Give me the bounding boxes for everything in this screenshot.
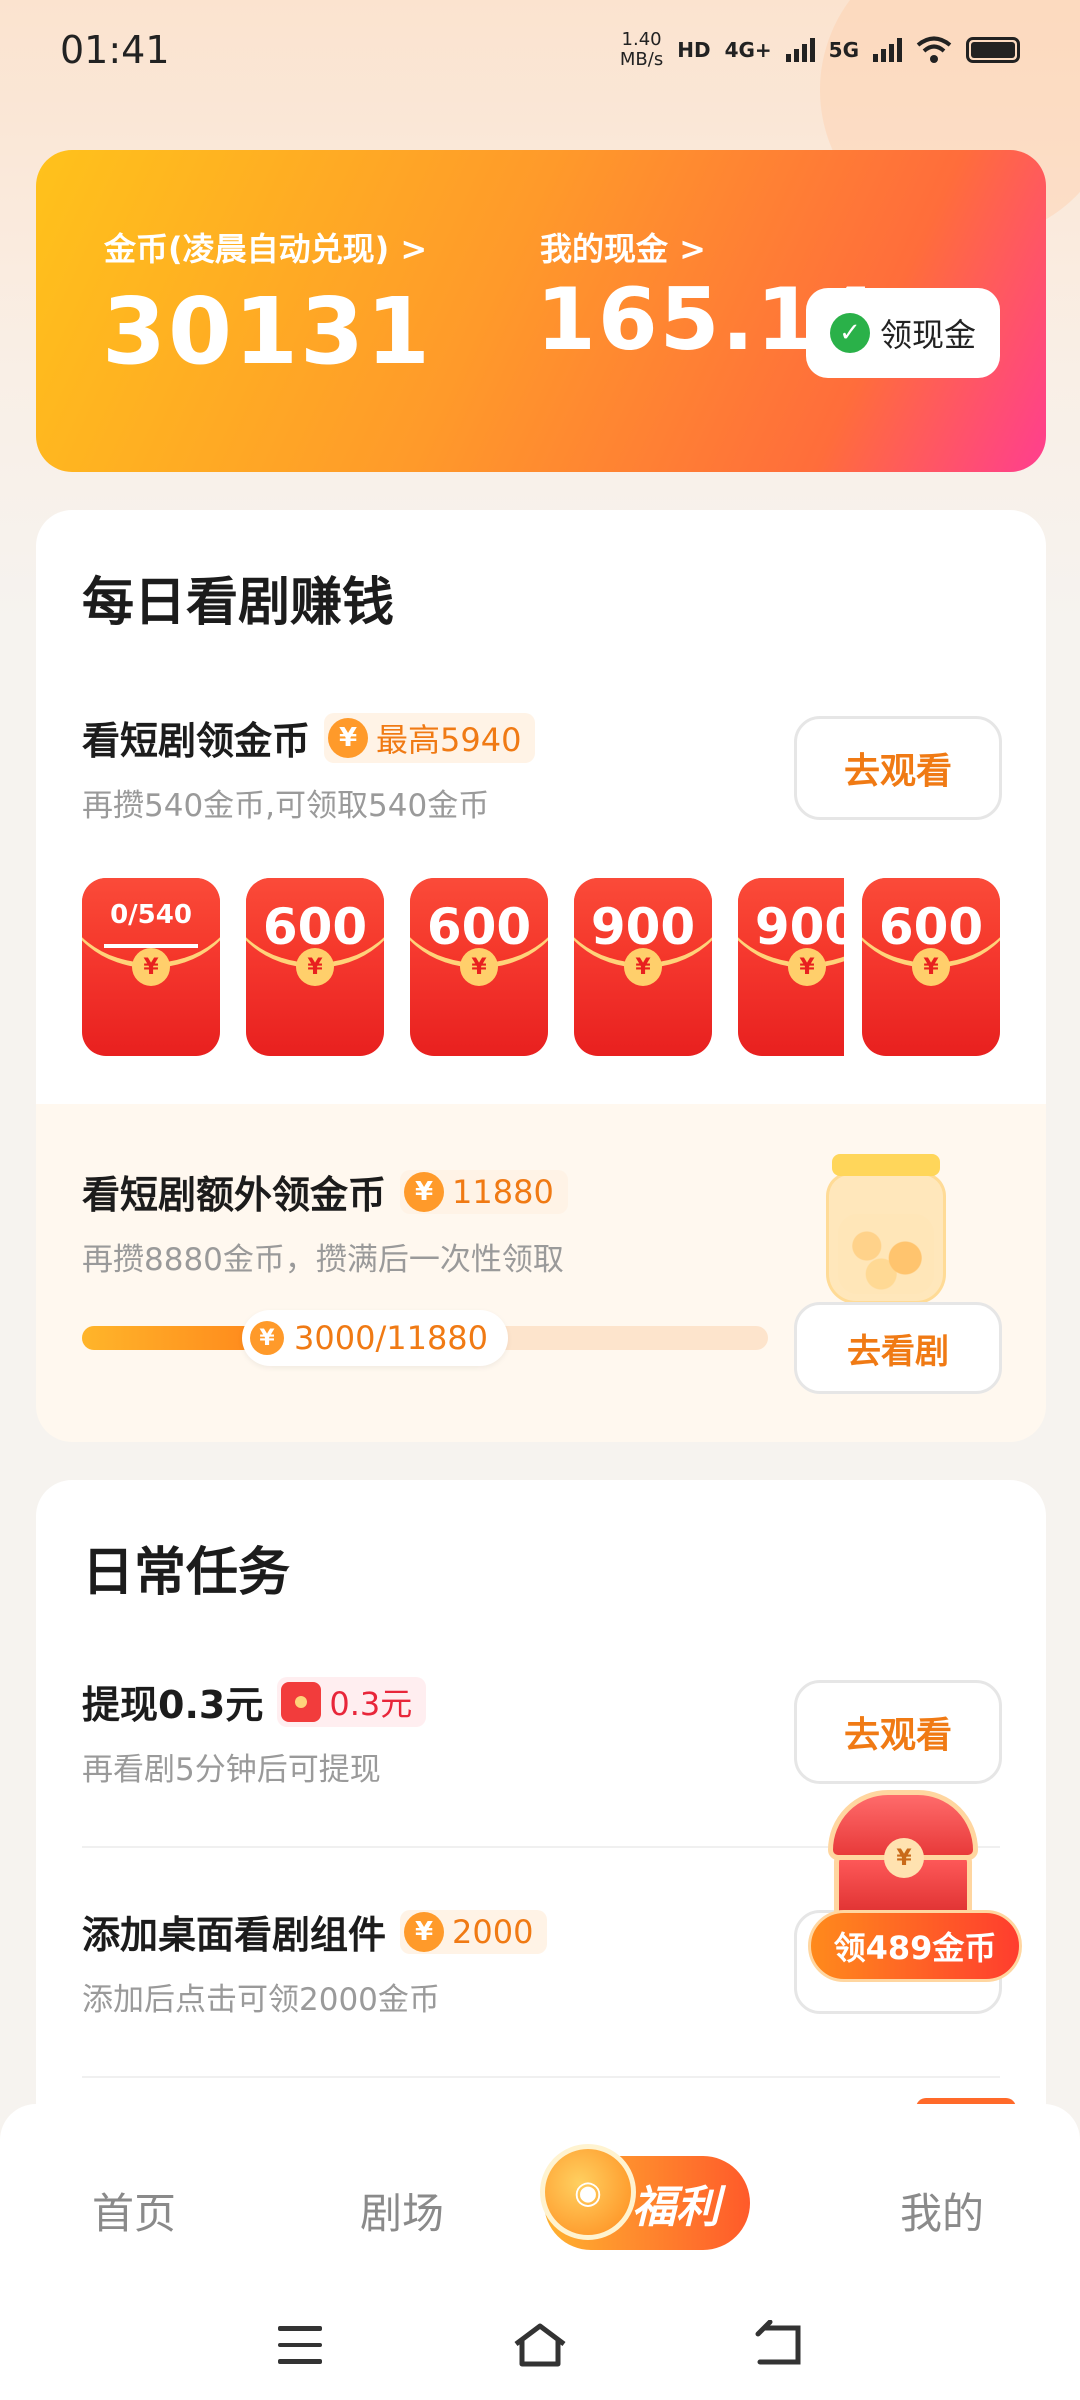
red-envelope[interactable]: 600 ¥ xyxy=(410,878,548,1056)
widget-coins-badge: ¥ 2000 xyxy=(400,1909,548,1954)
withdraw-task-subtitle: 再看剧5分钟后可提现 xyxy=(82,1752,381,1788)
extra-task-subtitle: 再攒8880金币，攒满后一次性领取 xyxy=(82,1242,564,1278)
withdraw-task-title: 提现0.3元 0.3元 xyxy=(82,1674,427,1729)
status-icons: 1.40 MB/s HD 4G+ 5G xyxy=(620,30,1020,70)
extra-coins-section: 看短剧额外领金币 ¥ 11880 再攒8880金币，攒满后一次性领取 ¥ 300… xyxy=(36,1104,1046,1442)
red-envelope[interactable]: 900 ¥ xyxy=(738,878,844,1056)
go-watch-button[interactable]: 去观看 xyxy=(794,716,1002,820)
yuan-seal-icon: ¥ xyxy=(132,948,170,986)
status-time: 01:41 xyxy=(60,28,170,72)
claim-coins-floating-button[interactable]: 领489金币 xyxy=(808,1910,1022,1982)
watch-task-subtitle: 再攒540金币,可领取540金币 xyxy=(82,788,490,824)
progress-label: ¥ 3000/11880 xyxy=(242,1310,509,1366)
status-bar: 01:41 1.40 MB/s HD 4G+ 5G xyxy=(0,0,1080,100)
yuan-seal-icon: ¥ xyxy=(296,948,334,986)
coin-jar-icon xyxy=(826,1154,946,1304)
network-4g-label: 4G+ xyxy=(724,38,772,62)
coin-icon: ¥ xyxy=(250,1321,284,1355)
coin-icon: ¥ xyxy=(328,717,369,758)
nav-welfare[interactable]: ◉ 福利 xyxy=(540,2144,750,2250)
red-envelope[interactable]: 600 ¥ xyxy=(246,878,384,1056)
red-envelope[interactable]: 900 ¥ xyxy=(574,878,712,1056)
withdraw-badge: 0.3元 xyxy=(277,1676,427,1727)
home-icon[interactable] xyxy=(510,2320,570,2370)
coin-icon: ¥ xyxy=(404,1911,445,1952)
max-coins-badge: ¥ 最高5940 xyxy=(324,712,536,763)
bottom-nav: 首页 剧场 ◉ 福利 我的 xyxy=(0,2104,1080,2284)
envelope-progress: 0/540 xyxy=(110,900,192,930)
extra-task-title: 看短剧额外领金币 ¥ 11880 xyxy=(82,1164,568,1219)
nav-home[interactable]: 首页 xyxy=(92,2180,176,2241)
signal-icon xyxy=(785,38,815,62)
widget-task-title: 添加桌面看剧组件 ¥ 2000 xyxy=(82,1904,548,1959)
welfare-icon: ◉ xyxy=(540,2144,636,2240)
nav-mine[interactable]: 我的 xyxy=(900,2180,984,2241)
nav-theater[interactable]: 剧场 xyxy=(360,2180,444,2241)
system-nav-bar xyxy=(0,2284,1080,2400)
wechat-icon: ✓ xyxy=(829,313,870,353)
daily-watch-title: 每日看剧赚钱 xyxy=(82,573,395,633)
red-envelope[interactable]: 0/540 ¥ xyxy=(82,878,220,1056)
coin-icon: ¥ xyxy=(404,1171,445,1212)
widget-task-subtitle: 添加后点击可领2000金币 xyxy=(82,1982,440,2018)
red-packet-icon xyxy=(281,1681,322,1722)
claim-cash-button[interactable]: ✓ 领现金 xyxy=(806,288,1000,378)
signal-5g-icon xyxy=(873,38,902,62)
envelope-amount: 900 xyxy=(754,898,844,956)
coins-value: 30131 xyxy=(102,278,433,385)
yuan-seal-icon: ¥ xyxy=(460,948,498,986)
network-5g-label: 5G xyxy=(828,38,859,62)
yuan-seal-icon: ¥ xyxy=(912,948,950,986)
yuan-seal-icon: ¥ xyxy=(788,948,826,986)
go-watch-drama-button[interactable]: 去看剧 xyxy=(794,1302,1002,1394)
coins-label[interactable]: 金币(凌晨自动兑现) > xyxy=(104,224,427,270)
coin-summary-card: 金币(凌晨自动兑现) > 30131 我的现金 > 165.14 ✓ 领现金 xyxy=(36,150,1046,472)
net-speed: 1.40 MB/s xyxy=(619,29,664,70)
cash-label[interactable]: 我的现金 > xyxy=(540,224,706,270)
yuan-seal-icon: ¥ xyxy=(624,948,662,986)
red-envelope[interactable]: 600 ¥ xyxy=(862,878,1000,1056)
watch-task-title: 看短剧领金币 ¥ 最高5940 xyxy=(82,710,536,765)
extra-coins-badge: ¥ 11880 xyxy=(400,1169,568,1214)
daily-tasks-title: 日常任务 xyxy=(82,1543,291,1603)
treasure-chest-icon[interactable]: ¥ xyxy=(818,1790,988,1930)
divider xyxy=(82,2076,1000,2078)
withdraw-go-watch-button[interactable]: 去观看 xyxy=(794,1680,1002,1784)
back-icon[interactable] xyxy=(750,2320,810,2370)
yuan-lock-icon: ¥ xyxy=(884,1838,924,1878)
progress-fill xyxy=(82,1326,256,1350)
menu-icon[interactable] xyxy=(270,2320,330,2370)
hd-icon: HD xyxy=(677,38,711,62)
coins-progress-bar: ¥ 3000/11880 xyxy=(82,1310,768,1366)
wifi-icon xyxy=(916,36,952,63)
battery-icon xyxy=(966,37,1020,63)
